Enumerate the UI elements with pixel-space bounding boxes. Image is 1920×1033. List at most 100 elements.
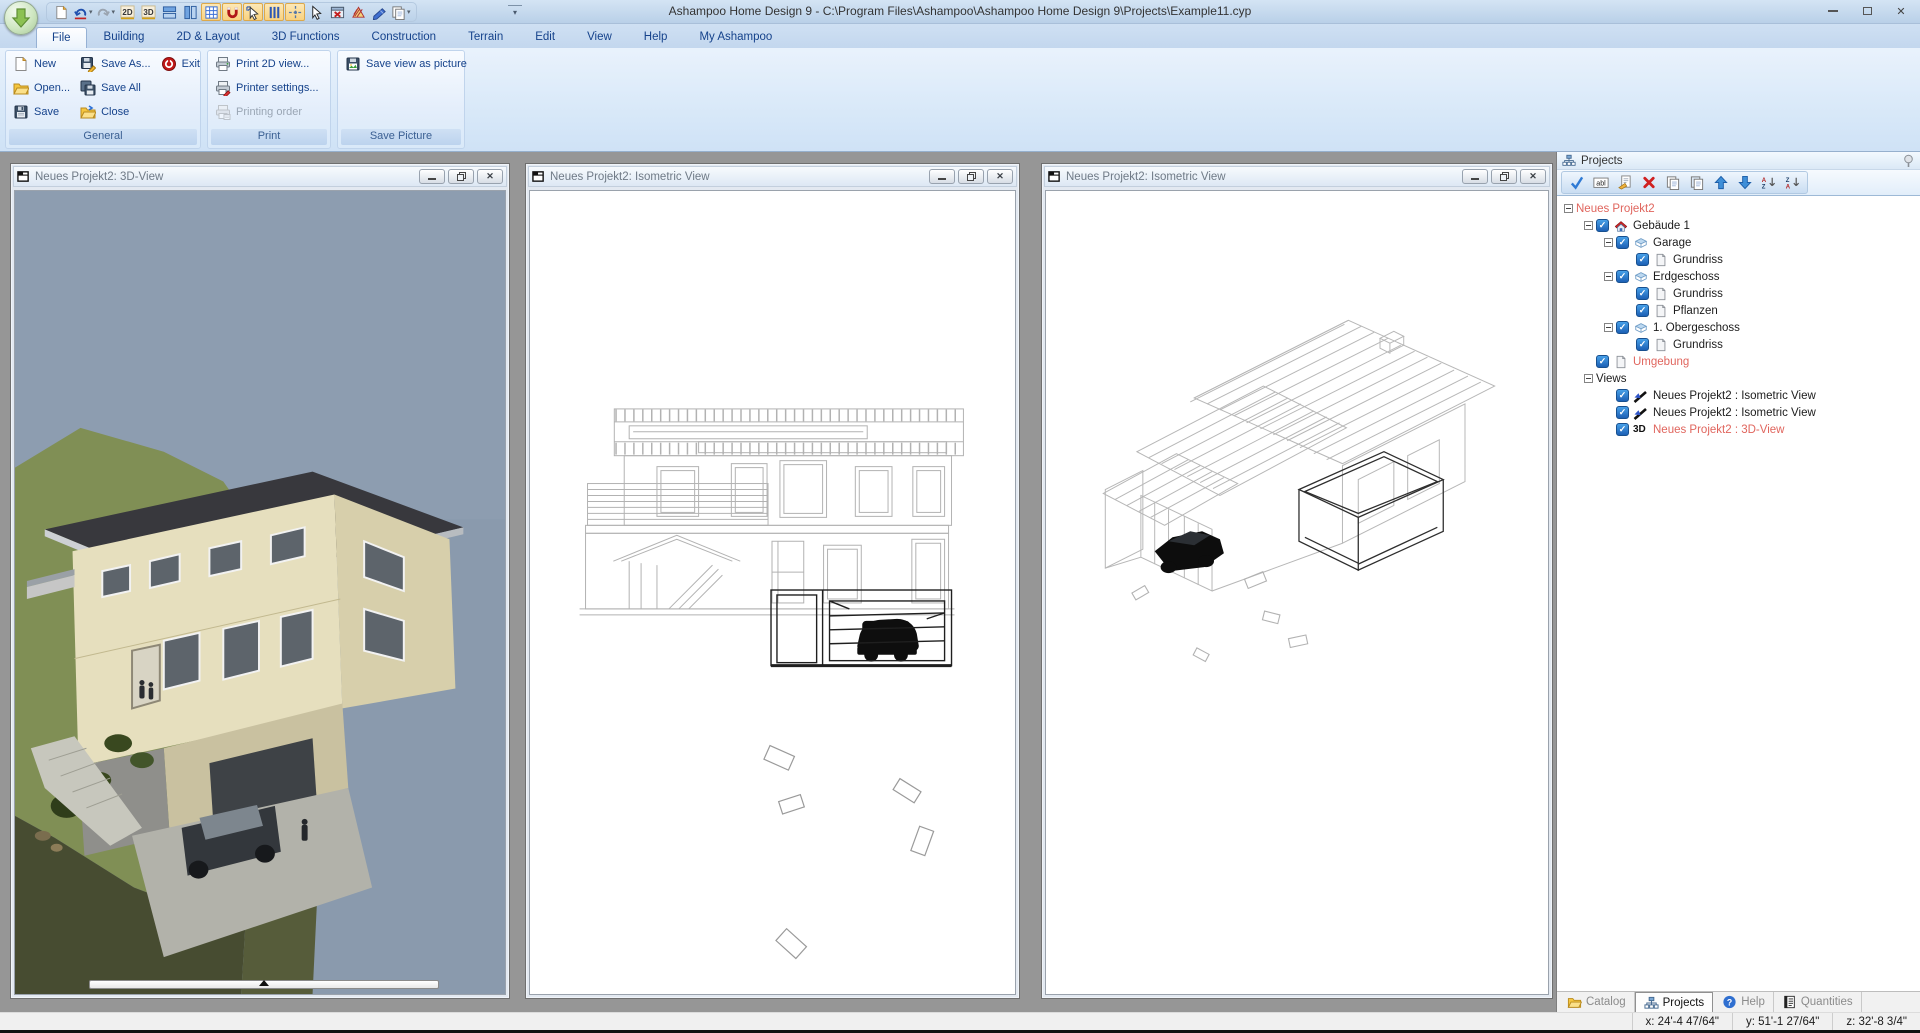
- save-button[interactable]: Save: [10, 102, 73, 122]
- window-isometric-view-1[interactable]: Neues Projekt2: Isometric View ✕: [525, 163, 1020, 999]
- properties-button[interactable]: [1614, 173, 1635, 192]
- close-button[interactable]: ✕: [1884, 0, 1918, 22]
- maximize-button[interactable]: [1850, 0, 1884, 22]
- expander-minus-icon[interactable]: [1581, 221, 1596, 230]
- child-restore-button[interactable]: [448, 169, 474, 184]
- tab-terrain[interactable]: Terrain: [453, 27, 518, 48]
- minimize-button[interactable]: [1816, 0, 1850, 22]
- visibility-checkbox[interactable]: ✓: [1596, 219, 1609, 232]
- close-view-button[interactable]: [327, 3, 347, 21]
- tab-view[interactable]: View: [572, 27, 627, 48]
- dropdown-arrow-icon[interactable]: ▾: [407, 8, 411, 16]
- view-rotate-scrollbar[interactable]: [89, 980, 439, 989]
- child-titlebar[interactable]: Neues Projekt2: Isometric View ✕: [528, 166, 1017, 187]
- tree-item-gebäude-1[interactable]: ✓Gebäude 1: [1557, 217, 1920, 234]
- tab-file[interactable]: File: [36, 27, 87, 48]
- tree-item-erdgeschoss[interactable]: ✓Erdgeschoss: [1557, 268, 1920, 285]
- panel-tab-catalog[interactable]: Catalog: [1559, 992, 1635, 1012]
- isometric-view-canvas[interactable]: [529, 190, 1016, 995]
- view-2d-button[interactable]: 2D: [117, 3, 137, 21]
- child-titlebar[interactable]: Neues Projekt2: Isometric View ✕: [1044, 166, 1550, 187]
- sort-az-button[interactable]: AZ: [1758, 173, 1779, 192]
- exit-button[interactable]: Exit: [158, 54, 203, 74]
- tree-item-grundriss[interactable]: ✓Grundriss: [1557, 251, 1920, 268]
- tab-help[interactable]: Help: [629, 27, 683, 48]
- tab-edit[interactable]: Edit: [520, 27, 570, 48]
- move-up-button[interactable]: [1710, 173, 1731, 192]
- window-3d-view[interactable]: Neues Projekt2: 3D-View ✕: [10, 163, 510, 999]
- tree-item-grundriss[interactable]: ✓Grundriss: [1557, 336, 1920, 353]
- visibility-checkbox[interactable]: ✓: [1616, 236, 1629, 249]
- dropdown-arrow-icon[interactable]: ▾: [89, 8, 93, 16]
- parallel-guides-button[interactable]: [264, 3, 284, 21]
- tree-item-neues-projekt2-isometric-view[interactable]: ✓Neues Projekt2 : Isometric View: [1557, 404, 1920, 421]
- visibility-checkbox[interactable]: ✓: [1636, 253, 1649, 266]
- select-tool-button[interactable]: [306, 3, 326, 21]
- child-close-button[interactable]: ✕: [1520, 169, 1546, 184]
- tab-building[interactable]: Building: [89, 27, 160, 48]
- close-button[interactable]: Close: [77, 102, 154, 122]
- child-restore-button[interactable]: [958, 169, 984, 184]
- expander-minus-icon[interactable]: [1601, 272, 1616, 281]
- panel-tab-help[interactable]: ?Help: [1714, 992, 1774, 1012]
- app-logo-orb[interactable]: [4, 1, 38, 35]
- delete-button[interactable]: [1638, 173, 1659, 192]
- split-vertical-button[interactable]: [180, 3, 200, 21]
- scrollbar-thumb-icon[interactable]: [259, 980, 269, 986]
- dropdown-arrow-icon[interactable]: ▾: [112, 8, 116, 16]
- sort-za-button[interactable]: ZA: [1782, 173, 1803, 192]
- panel-tab-quantities[interactable]: Quantities: [1774, 992, 1862, 1012]
- rename-button[interactable]: abl: [1590, 173, 1611, 192]
- open-button[interactable]: Open...: [10, 78, 73, 98]
- child-close-button[interactable]: ✕: [477, 169, 503, 184]
- expander-minus-icon[interactable]: [1601, 238, 1616, 247]
- print-2d-view-button[interactable]: Print 2D view...: [212, 54, 322, 74]
- visibility-checkbox[interactable]: ✓: [1616, 406, 1629, 419]
- visibility-checkbox[interactable]: ✓: [1596, 355, 1609, 368]
- panel-tab-projects[interactable]: Projects: [1635, 992, 1714, 1012]
- tab-3d-functions[interactable]: 3D Functions: [257, 27, 355, 48]
- copy-button[interactable]: [1662, 173, 1683, 192]
- tree-item-pflanzen[interactable]: ✓Pflanzen: [1557, 302, 1920, 319]
- snap-magnet-button[interactable]: [222, 3, 242, 21]
- move-down-button[interactable]: [1734, 173, 1755, 192]
- tab-my-ashampoo[interactable]: My Ashampoo: [684, 27, 787, 48]
- save-as-button[interactable]: Save As...: [77, 54, 154, 74]
- visibility-checkbox[interactable]: ✓: [1636, 304, 1649, 317]
- expander-minus-icon[interactable]: [1561, 204, 1576, 213]
- duplicate-button[interactable]: ▾: [390, 3, 412, 21]
- child-restore-button[interactable]: [1491, 169, 1517, 184]
- tree-item-grundriss[interactable]: ✓Grundriss: [1557, 285, 1920, 302]
- isometric-view-canvas[interactable]: [1045, 190, 1549, 995]
- save-view-as-picture-button[interactable]: Save view as picture: [342, 54, 470, 74]
- visibility-checkbox[interactable]: ✓: [1636, 338, 1649, 351]
- redo-button[interactable]: ▾: [95, 3, 117, 21]
- tree-item-umgebung[interactable]: ✓Umgebung: [1557, 353, 1920, 370]
- expander-minus-icon[interactable]: [1581, 374, 1596, 383]
- axis-guides-button[interactable]: [285, 3, 305, 21]
- new-button[interactable]: New: [10, 54, 73, 74]
- undo-button[interactable]: ▾: [72, 3, 94, 21]
- tree-item-neues-projekt2[interactable]: Neues Projekt2: [1557, 200, 1920, 217]
- tree-item-views[interactable]: Views: [1557, 370, 1920, 387]
- snap-select-button[interactable]: [243, 3, 263, 21]
- child-minimize-button[interactable]: [419, 169, 445, 184]
- tab-construction[interactable]: Construction: [357, 27, 452, 48]
- child-titlebar[interactable]: Neues Projekt2: 3D-View ✕: [13, 166, 507, 187]
- split-horizontal-button[interactable]: [159, 3, 179, 21]
- visibility-checkbox[interactable]: ✓: [1616, 321, 1629, 334]
- tree-item-neues-projekt2-3d-view[interactable]: ✓3DNeues Projekt2 : 3D-View: [1557, 421, 1920, 438]
- child-close-button[interactable]: ✕: [987, 169, 1013, 184]
- wedge-tool-button[interactable]: [369, 3, 389, 21]
- visibility-checkbox[interactable]: ✓: [1616, 270, 1629, 283]
- confirm-button[interactable]: [1566, 173, 1587, 192]
- child-minimize-button[interactable]: [929, 169, 955, 184]
- view-3d-button[interactable]: 3D: [138, 3, 158, 21]
- visibility-checkbox[interactable]: ✓: [1636, 287, 1649, 300]
- tab-2d-layout[interactable]: 2D & Layout: [161, 27, 254, 48]
- new-document-button[interactable]: [51, 3, 71, 21]
- save-all-button[interactable]: Save All: [77, 78, 154, 98]
- grid-toggle-button[interactable]: [201, 3, 221, 21]
- paste-button[interactable]: [1686, 173, 1707, 192]
- window-isometric-view-2[interactable]: Neues Projekt2: Isometric View ✕: [1041, 163, 1553, 999]
